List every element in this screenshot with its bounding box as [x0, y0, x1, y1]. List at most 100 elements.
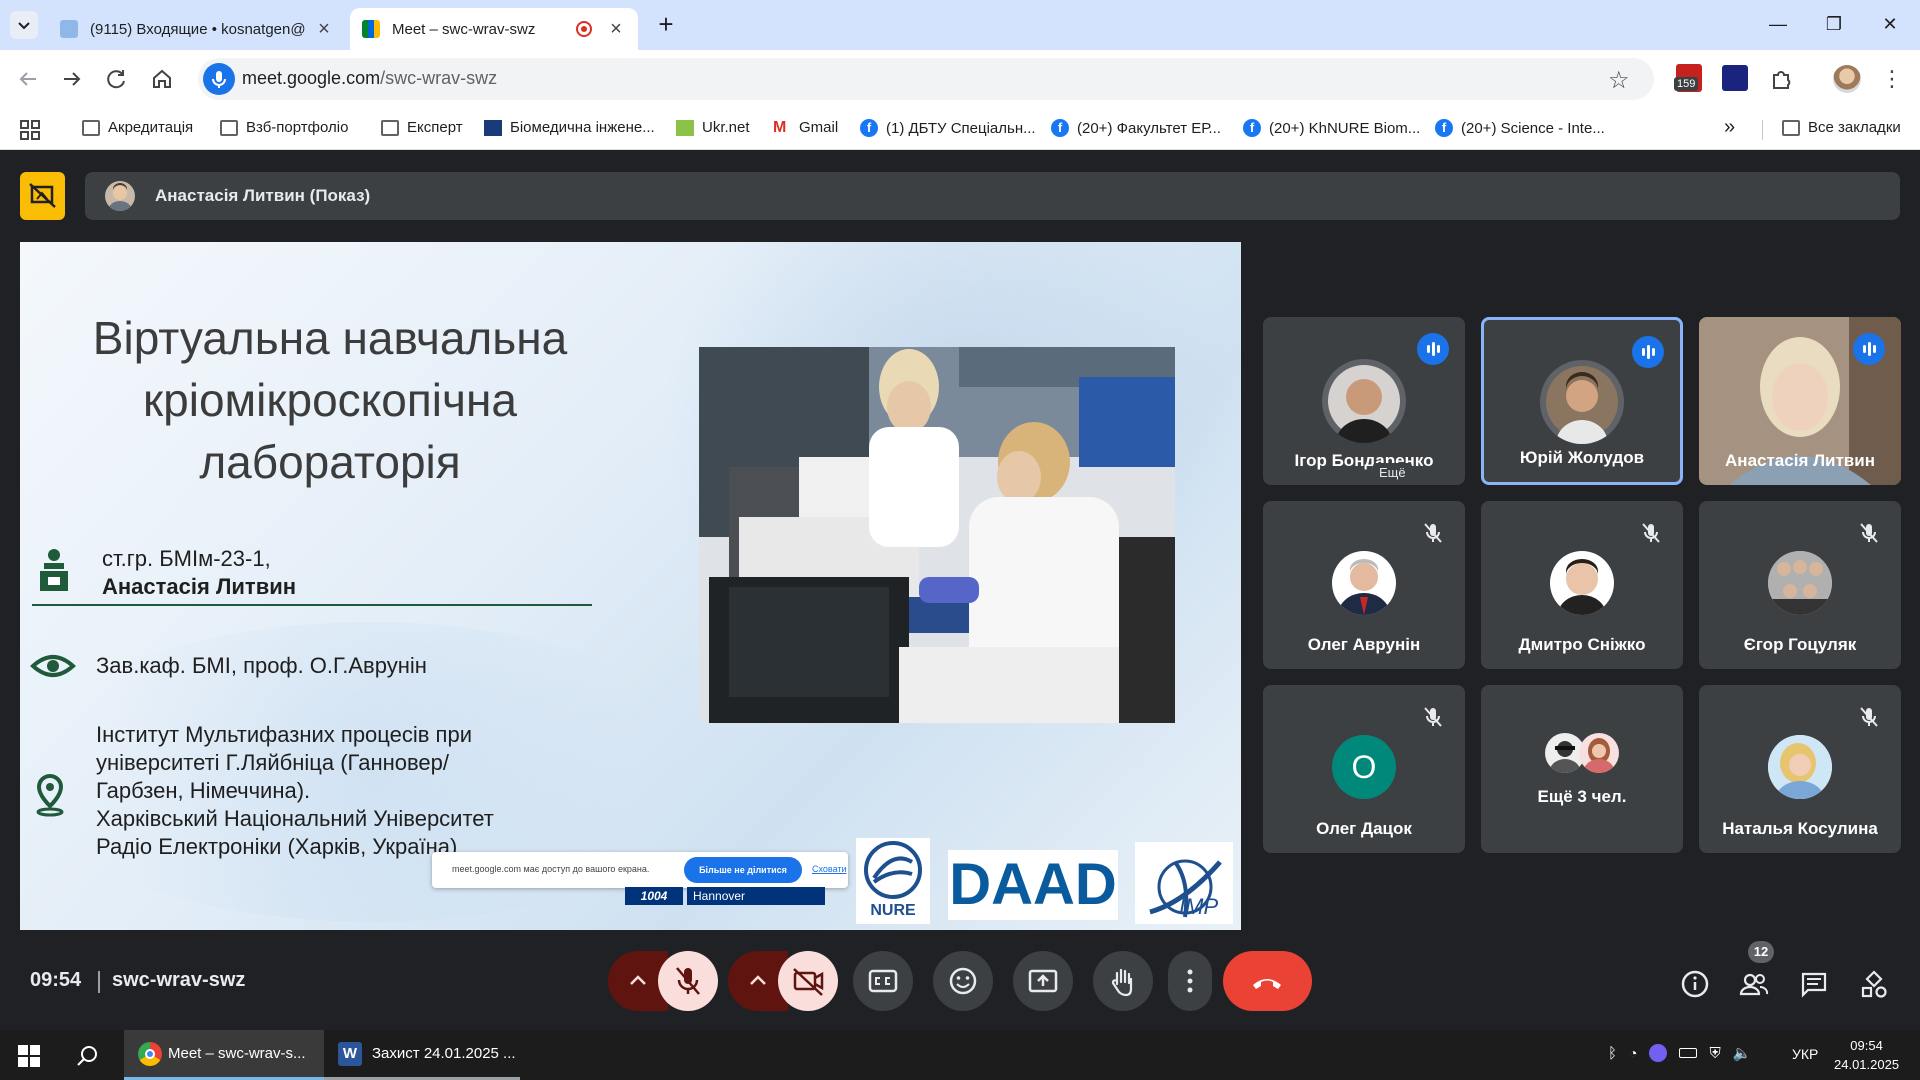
bookmark-item[interactable]: Взб-портфоліо: [220, 119, 348, 136]
eye-icon: [30, 652, 76, 680]
forward-button[interactable]: [56, 63, 88, 95]
group-avatar: [1579, 733, 1619, 773]
participant-avatar: [1322, 359, 1406, 443]
meeting-info-button[interactable]: [1679, 968, 1711, 1000]
emoji-reactions-button[interactable]: [933, 951, 993, 1011]
taskbar-clock[interactable]: 09:54 24.01.2025: [1834, 1036, 1899, 1074]
apps-grid-icon[interactable]: [20, 120, 40, 140]
info-icon: [1681, 970, 1709, 998]
bookmark-item[interactable]: Акредитація: [82, 119, 193, 136]
participant-name: Олег Дацок: [1316, 819, 1412, 838]
clock-date: 24.01.2025: [1834, 1057, 1900, 1072]
bookmark-item[interactable]: f (20+) KhNURE Biom...: [1243, 119, 1420, 137]
raise-hand-button[interactable]: [1093, 951, 1153, 1011]
present-screen-icon: [1028, 969, 1058, 993]
minimize-button[interactable]: —: [1755, 12, 1801, 36]
hannover-box-left: 1004: [625, 887, 683, 905]
calendar-extension-icon[interactable]: 159: [1674, 64, 1702, 92]
bookmark-item[interactable]: f (20+) Science - Inte...: [1435, 119, 1605, 137]
leave-call-button[interactable]: [1223, 951, 1312, 1011]
bookmark-item[interactable]: Біомедична інжене...: [484, 119, 655, 136]
reload-icon: [107, 70, 125, 89]
folder-icon: [1782, 119, 1800, 136]
facebook-icon: f: [860, 119, 878, 137]
taskbar-app-chrome[interactable]: Meet – swc-wrav-s...: [124, 1030, 324, 1080]
participant-name: Наталья Косулина: [1722, 819, 1878, 838]
participant-tile[interactable]: Анастасія Литвин: [1699, 317, 1901, 485]
restore-button[interactable]: ❐: [1811, 12, 1857, 36]
site-info-icon[interactable]: [203, 63, 235, 95]
close-window-button[interactable]: ✕: [1867, 12, 1913, 36]
present-screen-button[interactable]: [1013, 951, 1073, 1011]
participant-tile[interactable]: Дмитро Сніжко: [1481, 501, 1683, 669]
tab-gmail[interactable]: (9115) Входящие • kosnatgen@ ×: [48, 8, 346, 50]
captions-button[interactable]: [853, 951, 913, 1011]
institute-text: Інститут Мультифазних процесів при уніве…: [96, 721, 494, 861]
participant-tile[interactable]: Олег Аврунін: [1263, 501, 1465, 669]
more-options-button[interactable]: [1168, 951, 1212, 1011]
stop-presenting-button[interactable]: [20, 172, 65, 220]
url-host: meet.google.com: [242, 68, 381, 88]
menu-kebab-icon[interactable]: ⋮: [1876, 63, 1908, 95]
bookmarks-divider: [1762, 120, 1763, 140]
participant-tile[interactable]: Юрій Жолудов: [1481, 317, 1683, 485]
chevron-down-icon: [18, 22, 30, 30]
activities-button[interactable]: [1858, 968, 1890, 1000]
address-bar[interactable]: meet.google.com/swc-wrav-swz ☆: [198, 58, 1654, 100]
bookmark-star-icon[interactable]: ☆: [1608, 66, 1630, 95]
system-tray-icons[interactable]: ᛒ ◔ ⛨ 🔈: [1608, 1044, 1751, 1062]
start-button[interactable]: [18, 1045, 40, 1067]
taskbar-search-button[interactable]: [76, 1044, 100, 1068]
extensions-puzzle-icon[interactable]: [1765, 63, 1797, 95]
windows-logo-icon: [18, 1045, 40, 1067]
hide-notice-link[interactable]: Сховати: [812, 864, 847, 874]
volume-icon: 🔈: [1732, 1045, 1752, 1062]
bookmarks-bar: Акредитація Взб-портфоліо Експерт Біомед…: [0, 108, 1920, 150]
bookmark-item[interactable]: f (20+) Факультет ЕР...: [1051, 119, 1221, 137]
camera-toggle-button[interactable]: [778, 951, 838, 1011]
bookmark-item[interactable]: Експерт: [381, 119, 463, 136]
gmail-icon: M: [773, 118, 787, 136]
close-tab-icon[interactable]: ×: [606, 19, 626, 39]
back-button[interactable]: [12, 63, 44, 95]
participant-tile[interactable]: Наталья Косулина: [1699, 685, 1901, 853]
screen-share-notice: meet.google.com має доступ до вашого екр…: [432, 852, 848, 888]
raise-hand-icon: [1111, 968, 1133, 997]
participant-tile[interactable]: Ігор Бондаренко Ещё: [1263, 317, 1465, 485]
mic-toggle-button[interactable]: [658, 951, 718, 1011]
participant-tile[interactable]: О Олег Дацок: [1263, 685, 1465, 853]
tab-search-button[interactable]: [10, 11, 38, 39]
extension-icon[interactable]: [1722, 65, 1748, 91]
presentation-banner: Анастасія Литвин (Показ): [85, 172, 1900, 220]
more-participants-tile[interactable]: Ещё 3 чел.: [1481, 685, 1683, 853]
present-screen-icon: [29, 183, 56, 208]
close-tab-icon[interactable]: ×: [314, 19, 334, 39]
browser-tab-strip: (9115) Входящие • kosnatgen@ × Meet – sw…: [0, 0, 1920, 50]
people-button[interactable]: 12: [1738, 941, 1774, 1000]
institute-line: Інститут Мультифазних процесів при: [96, 722, 472, 747]
reload-button[interactable]: [101, 63, 133, 95]
presenter-avatar: [105, 181, 135, 211]
stop-sharing-button[interactable]: Більше не ділитися: [684, 857, 802, 883]
bluetooth-icon: ᛒ: [1608, 1044, 1618, 1062]
participant-tile[interactable]: Єгор Гоцуляк: [1699, 501, 1901, 669]
home-button[interactable]: [146, 63, 178, 95]
url-text: meet.google.com/swc-wrav-swz: [242, 68, 497, 89]
folder-icon: [220, 119, 238, 136]
bookmark-item[interactable]: f (1) ДБТУ Спеціальн...: [860, 119, 1036, 137]
taskbar-app-word[interactable]: W Захист 24.01.2025 ...: [324, 1030, 520, 1080]
new-tab-button[interactable]: +: [652, 10, 680, 38]
bookmark-item[interactable]: Ukr.net: [676, 119, 750, 136]
people-count-badge: 12: [1748, 941, 1774, 963]
slide-title-line: кріомікроскопічна: [143, 374, 517, 426]
language-indicator[interactable]: УКР: [1792, 1046, 1818, 1062]
arrow-left-icon: [19, 72, 36, 86]
more-participants-label: Ещё 3 чел.: [1537, 787, 1627, 806]
chat-button[interactable]: [1798, 968, 1830, 1000]
tab-meet[interactable]: Meet – swc-wrav-swz ×: [350, 8, 638, 50]
profile-avatar[interactable]: [1833, 65, 1861, 93]
more-bookmarks-button[interactable]: »: [1724, 116, 1735, 139]
bookmark-item[interactable]: M Gmail: [773, 119, 838, 136]
mic-off-icon: [676, 967, 700, 995]
all-bookmarks-button[interactable]: Все закладки: [1782, 119, 1901, 136]
